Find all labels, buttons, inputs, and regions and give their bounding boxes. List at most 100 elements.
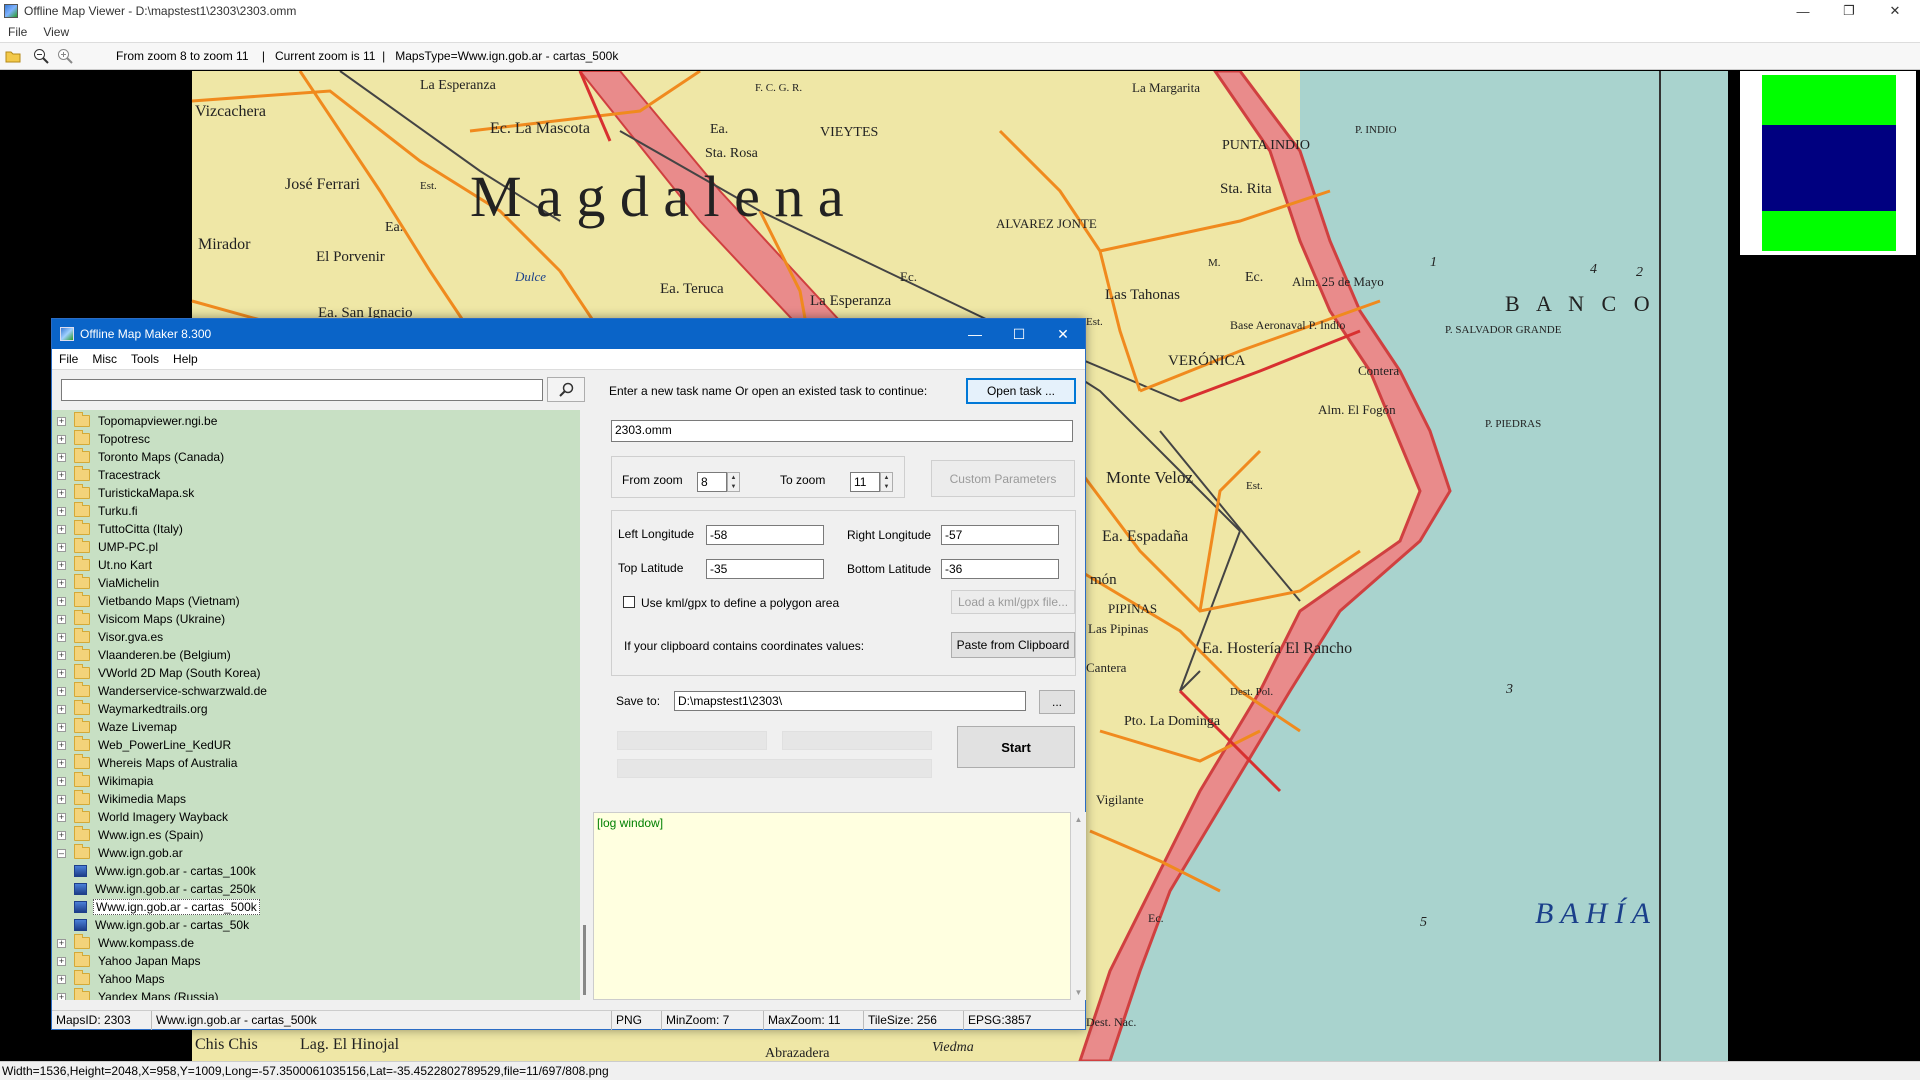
load-kml-button[interactable]: Load a kml/gpx file...	[951, 590, 1075, 614]
save-to-input[interactable]: D:\mapstest1\2303\	[674, 691, 1026, 711]
tree-item[interactable]: + Www.kompass.de	[52, 934, 196, 952]
expand-icon[interactable]: +	[57, 524, 66, 534]
expand-icon[interactable]: +	[57, 794, 66, 804]
right-longitude-input[interactable]: -57	[941, 525, 1059, 545]
log-scrollbar[interactable]: ▲ ▼	[1071, 812, 1086, 1000]
tree-item[interactable]: + UMP-PC.pl	[52, 538, 160, 556]
expand-icon[interactable]: +	[57, 812, 66, 822]
tree-item[interactable]: + TuttoCitta (Italy)	[52, 520, 185, 538]
maker-menu-misc[interactable]: Misc	[85, 352, 124, 366]
open-task-button[interactable]: Open task ...	[966, 378, 1076, 404]
tree-item[interactable]: + Whereis Maps of Australia	[52, 754, 239, 772]
scroll-down-icon[interactable]: ▼	[1071, 985, 1086, 1000]
expand-icon[interactable]: +	[57, 668, 66, 678]
tree-item[interactable]: + Vietbando Maps (Vietnam)	[52, 592, 242, 610]
tree-child-item-selected[interactable]: Www.ign.gob.ar - cartas_500k	[52, 898, 260, 916]
tree-child-item[interactable]: Www.ign.gob.ar - cartas_50k	[52, 916, 251, 934]
expand-icon[interactable]: +	[57, 578, 66, 588]
task-name-input[interactable]: 2303.omm	[611, 420, 1073, 442]
expand-icon[interactable]: +	[57, 686, 66, 696]
tree-search-input[interactable]	[61, 379, 543, 401]
tree-item[interactable]: + ViaMichelin	[52, 574, 161, 592]
expand-icon[interactable]: +	[57, 830, 66, 840]
tree-item[interactable]: + Yahoo Maps	[52, 970, 167, 988]
log-window[interactable]: [log window]	[593, 812, 1071, 1000]
to-zoom-input[interactable]: 11	[850, 472, 880, 492]
tree-item[interactable]: + Visor.gva.es	[52, 628, 165, 646]
maker-minimize-button[interactable]: —	[953, 319, 997, 349]
expand-icon[interactable]: +	[57, 974, 66, 984]
to-zoom-spinner[interactable]: ▲ ▼	[880, 472, 893, 492]
browse-button[interactable]: ...	[1039, 690, 1075, 714]
collapse-icon[interactable]: –	[57, 848, 66, 858]
tree-child-item[interactable]: Www.ign.gob.ar - cartas_100k	[52, 862, 258, 880]
tree-item[interactable]: + World Imagery Wayback	[52, 808, 230, 826]
custom-parameters-button[interactable]: Custom Parameters	[931, 460, 1075, 497]
expand-icon[interactable]: +	[57, 956, 66, 966]
expand-icon[interactable]: +	[57, 560, 66, 570]
tree-child-item[interactable]: Www.ign.gob.ar - cartas_250k	[52, 880, 258, 898]
tree-item[interactable]: + Toronto Maps (Canada)	[52, 448, 226, 466]
expand-icon[interactable]: +	[57, 506, 66, 516]
expand-icon[interactable]: +	[57, 470, 66, 480]
expand-icon[interactable]: +	[57, 452, 66, 462]
tree-item[interactable]: + Web_PowerLine_KedUR	[52, 736, 233, 754]
expand-icon[interactable]: +	[57, 596, 66, 606]
minimize-button[interactable]: —	[1780, 0, 1826, 22]
zoom-in-icon[interactable]	[54, 45, 76, 67]
expand-icon[interactable]: +	[57, 758, 66, 768]
top-latitude-input[interactable]: -35	[706, 559, 824, 579]
tree-item[interactable]: + Vlaanderen.be (Belgium)	[52, 646, 233, 664]
tree-item[interactable]: + Tracestrack	[52, 466, 162, 484]
tree-scroll-thumb[interactable]	[583, 925, 586, 995]
tree-item[interactable]: + Topomapviewer.ngi.be	[52, 412, 219, 430]
tree-item[interactable]: + Turku.fi	[52, 502, 140, 520]
expand-icon[interactable]: +	[57, 632, 66, 642]
expand-icon[interactable]: +	[57, 416, 66, 426]
expand-icon[interactable]: +	[57, 434, 66, 444]
menu-view[interactable]: View	[35, 25, 77, 39]
tree-search-button[interactable]	[547, 377, 585, 402]
tree-item[interactable]: + Visicom Maps (Ukraine)	[52, 610, 227, 628]
tree-item[interactable]: + Ut.no Kart	[52, 556, 154, 574]
tree-item[interactable]: + Yahoo Japan Maps	[52, 952, 203, 970]
expand-icon[interactable]: +	[57, 614, 66, 624]
expand-icon[interactable]: +	[57, 704, 66, 714]
bottom-latitude-input[interactable]: -36	[941, 559, 1059, 579]
tree-item[interactable]: + Waymarkedtrails.org	[52, 700, 210, 718]
from-zoom-spinner[interactable]: ▲ ▼	[727, 472, 740, 492]
expand-icon[interactable]: +	[57, 740, 66, 750]
expand-icon[interactable]: +	[57, 776, 66, 786]
tree-item[interactable]: + Topotresc	[52, 430, 152, 448]
expand-icon[interactable]: +	[57, 992, 66, 1000]
expand-icon[interactable]: +	[57, 650, 66, 660]
maker-menu-tools[interactable]: Tools	[124, 352, 166, 366]
left-longitude-input[interactable]: -58	[706, 525, 824, 545]
maker-close-button[interactable]: ✕	[1041, 319, 1085, 349]
tree-item[interactable]: + Wikimedia Maps	[52, 790, 188, 808]
tree-scrollbar[interactable]	[580, 410, 589, 1000]
from-zoom-input[interactable]: 8	[697, 472, 727, 492]
kml-checkbox[interactable]	[623, 596, 635, 608]
tree-item[interactable]: + Www.ign.es (Spain)	[52, 826, 205, 844]
maker-maximize-button[interactable]: ☐	[997, 319, 1041, 349]
expand-icon[interactable]: +	[57, 722, 66, 732]
tree-item[interactable]: + Wikimapia	[52, 772, 155, 790]
expand-icon[interactable]: +	[57, 938, 66, 948]
tree-item[interactable]: + VWorld 2D Map (South Korea)	[52, 664, 263, 682]
open-folder-icon[interactable]	[2, 45, 24, 67]
expand-icon[interactable]: +	[57, 488, 66, 498]
tree-item[interactable]: + Wanderservice-schwarzwald.de	[52, 682, 269, 700]
tree-item-expanded[interactable]: – Www.ign.gob.ar	[52, 844, 185, 862]
zoom-out-icon[interactable]	[30, 45, 52, 67]
tree-item[interactable]: + Yandex Maps (Russia)	[52, 988, 221, 1000]
paste-from-clipboard-button[interactable]: Paste from Clipboard	[951, 632, 1075, 658]
scroll-up-icon[interactable]: ▲	[1071, 812, 1086, 827]
map-source-tree[interactable]: + Topomapviewer.ngi.be + Topotresc + Toront…	[52, 410, 580, 1000]
start-button[interactable]: Start	[957, 726, 1075, 768]
restore-button[interactable]: ❐	[1826, 0, 1872, 22]
close-button[interactable]: ✕	[1872, 0, 1918, 22]
expand-icon[interactable]: +	[57, 542, 66, 552]
tree-item[interactable]: + TuristickaMapa.sk	[52, 484, 196, 502]
tree-item[interactable]: + Waze Livemap	[52, 718, 179, 736]
